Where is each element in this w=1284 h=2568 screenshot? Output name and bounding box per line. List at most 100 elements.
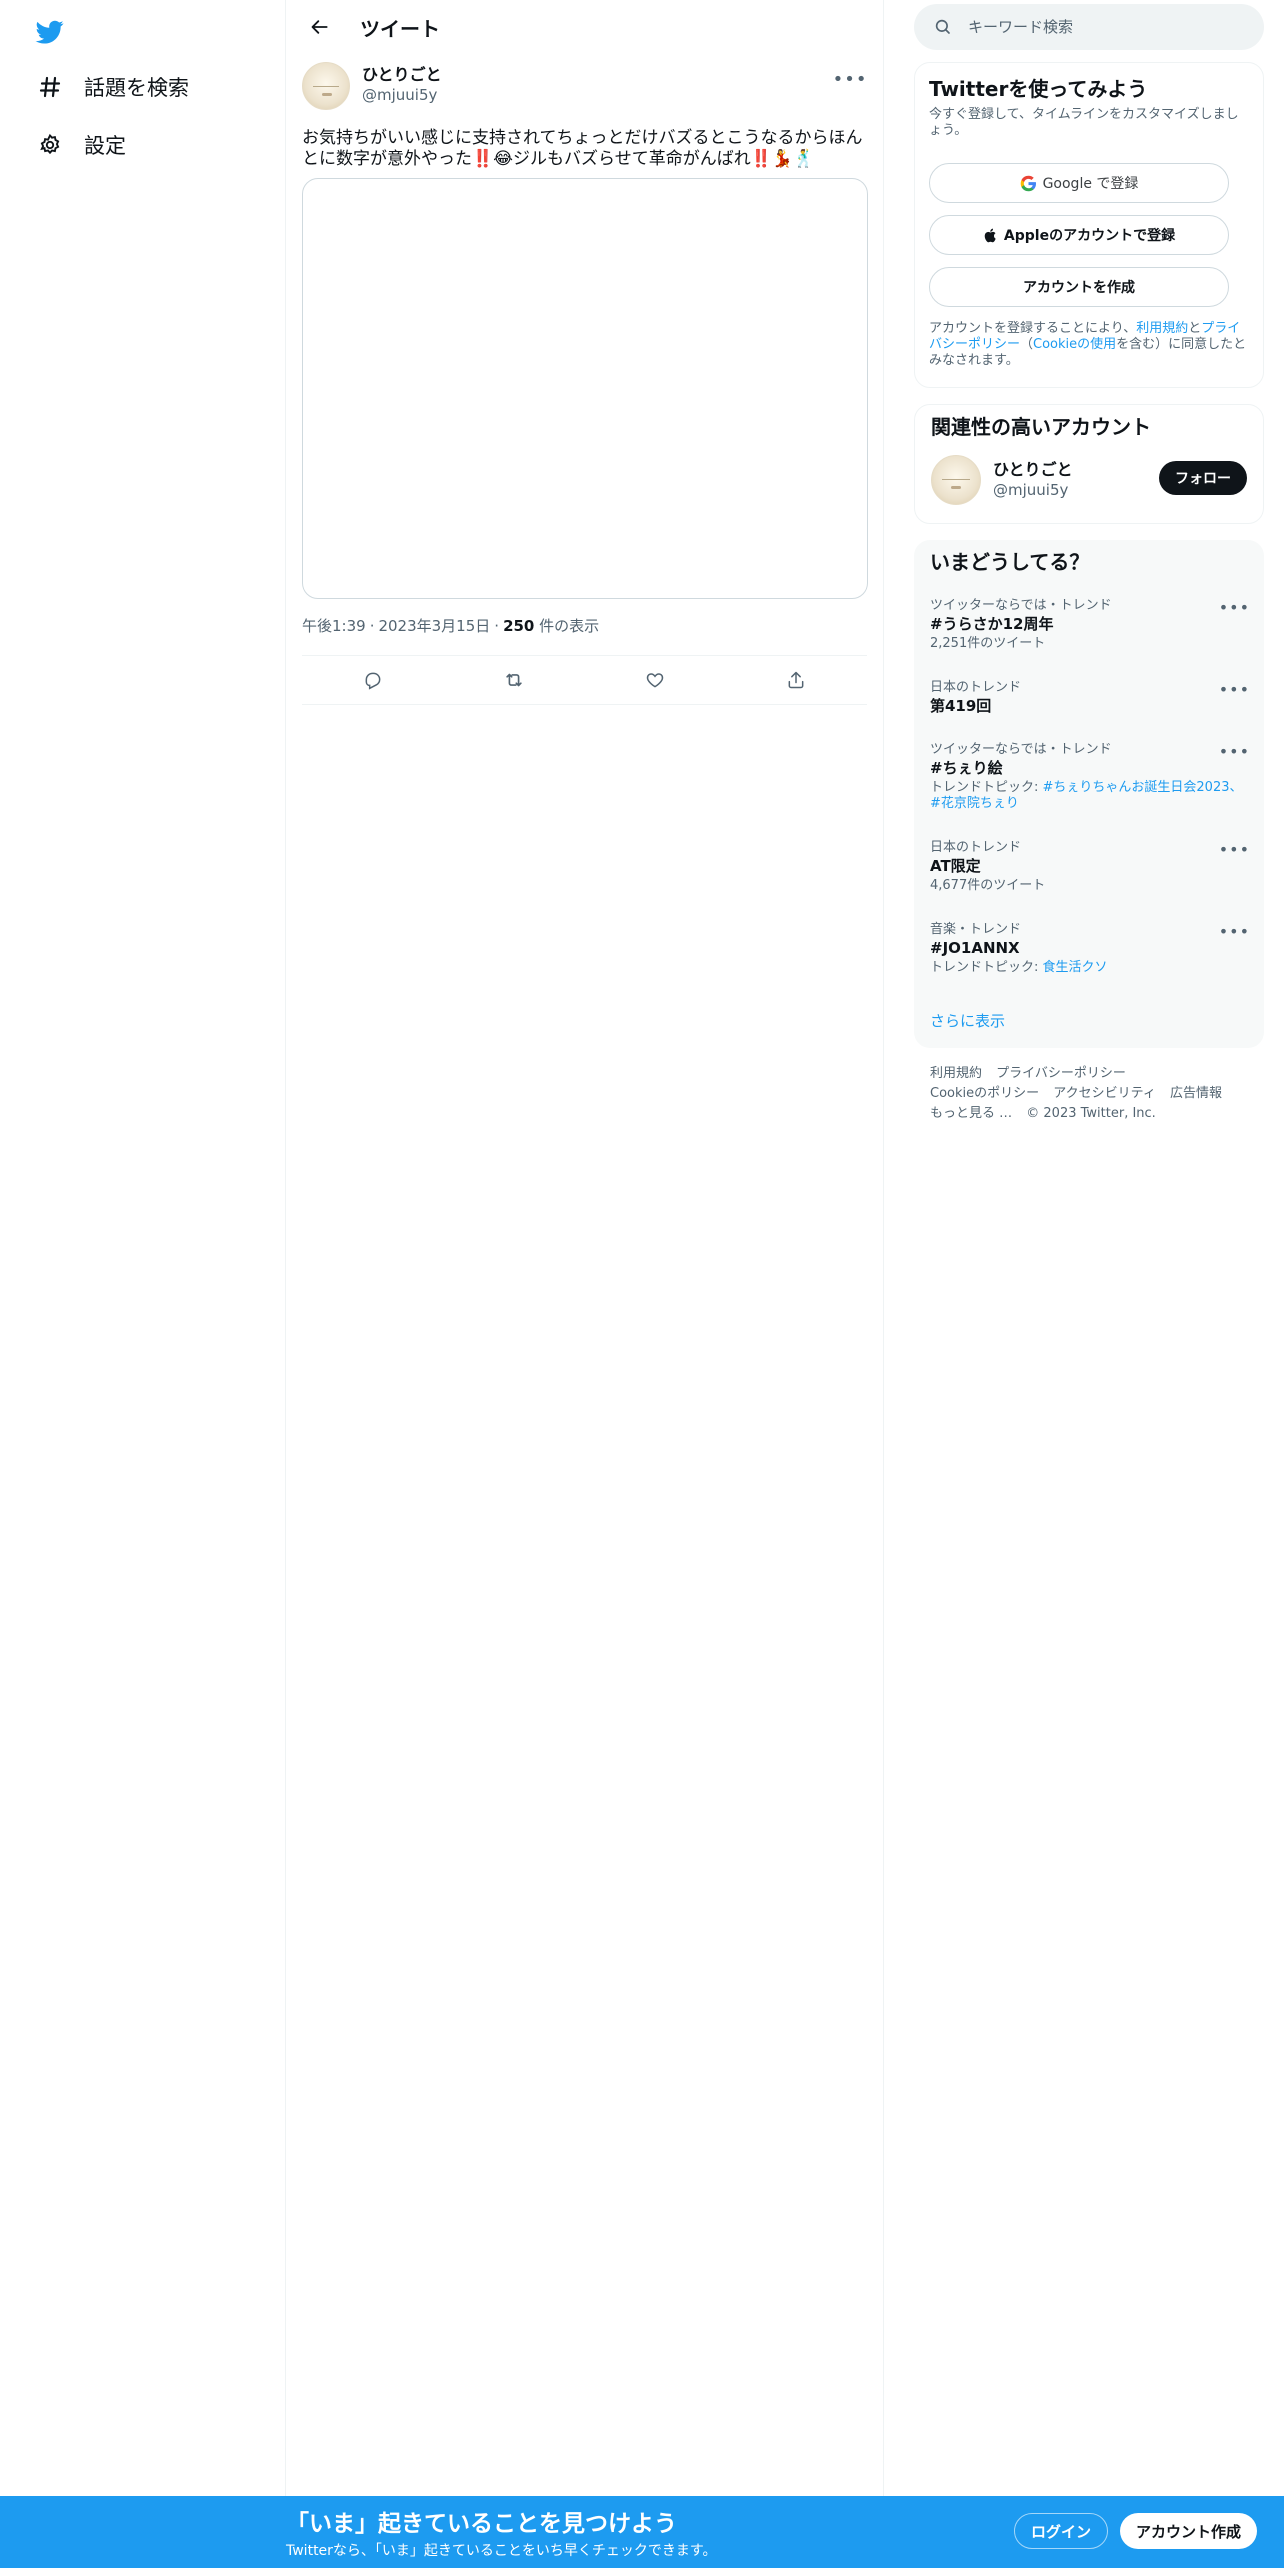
- create-account-button[interactable]: アカウントを作成: [929, 267, 1229, 307]
- more-options-icon[interactable]: •••: [1219, 680, 1250, 699]
- trend-name: 第419回: [930, 697, 992, 715]
- avatar[interactable]: [302, 62, 350, 110]
- more-options-icon[interactable]: •••: [1219, 742, 1250, 761]
- login-button[interactable]: ログイン: [1014, 2513, 1109, 2549]
- footer-link-accessibility[interactable]: アクセシビリティ: [1053, 1086, 1156, 1101]
- terms-link[interactable]: 利用規約: [1136, 321, 1188, 336]
- trend-count: 4,677件のツイート: [930, 878, 1046, 893]
- search-icon: [935, 19, 950, 34]
- trend-name: #うらさか12周年: [930, 615, 1054, 633]
- related-title: 関連性の高いアカウント: [931, 415, 1151, 439]
- views-count: 250: [503, 617, 535, 635]
- tweet-header: ひとりごと @mjuui5y •••: [302, 62, 867, 118]
- apple-signup-label: Appleのアカウントで登録: [1003, 228, 1176, 244]
- footer-link-cookie[interactable]: Cookieのポリシー: [930, 1086, 1039, 1101]
- signup-subtitle: 今すぐ登録して、タイムラインをカスタマイズしましょう。: [929, 107, 1239, 138]
- show-more-link[interactable]: さらに表示: [930, 1010, 1005, 1031]
- trend-item[interactable]: ツイッターならでは・トレンド #うらさか12周年 2,251件のツイート •••: [930, 598, 1250, 652]
- google-signup-label: Google で登録: [1042, 176, 1139, 192]
- trend-name: #ちぇり絵: [930, 759, 1003, 777]
- trend-context: 日本のトレンド: [930, 840, 1022, 855]
- terms-and: と: [1188, 321, 1202, 336]
- avatar[interactable]: [931, 455, 981, 505]
- footer-link-terms[interactable]: 利用規約: [930, 1066, 982, 1081]
- search-box[interactable]: [914, 4, 1264, 50]
- related-account[interactable]: ひとりごと @mjuui5y フォロー: [931, 455, 1247, 505]
- terms-text: アカウントを登録することにより、: [929, 321, 1137, 336]
- signup-terms: アカウントを登録することにより、利用規約とプライバシーポリシー（Cookieの使…: [929, 321, 1249, 369]
- terms-paren: （: [1020, 337, 1034, 352]
- author-names: ひとりごと @mjuui5y: [362, 65, 442, 105]
- trend-topic-link[interactable]: 食生活クソ: [1043, 960, 1108, 975]
- trend-context: ツイッターならでは・トレンド: [930, 742, 1112, 757]
- follow-button[interactable]: フォロー: [1159, 461, 1247, 495]
- footer-links: 利用規約 プライバシーポリシー Cookieのポリシー アクセシビリティ 広告情…: [930, 1064, 1250, 1124]
- more-options-icon[interactable]: •••: [1219, 840, 1250, 859]
- signup-card: Twitterを使ってみよう 今すぐ登録して、タイムラインをカスタマイズしましょ…: [914, 62, 1264, 388]
- trends-card: いまどうしてる？ ツイッターならでは・トレンド #うらさか12周年 2,251件…: [914, 540, 1264, 1048]
- reply-icon[interactable]: [353, 660, 393, 700]
- bottom-bar-title: 「いま」起きていることを見つけよう: [286, 2511, 677, 2537]
- like-icon[interactable]: [635, 660, 675, 700]
- signup-button[interactable]: アカウント作成: [1120, 2513, 1258, 2549]
- tweet-date[interactable]: 2023年3月15日: [378, 617, 490, 635]
- copyright: © 2023 Twitter, Inc.: [1026, 1106, 1156, 1121]
- trend-name: #JO1ANNX: [930, 939, 1020, 957]
- trends-title: いまどうしてる？: [930, 550, 1090, 574]
- create-account-label: アカウントを作成: [1023, 280, 1135, 296]
- more-options-icon[interactable]: •••: [1219, 598, 1250, 617]
- apple-icon: [983, 227, 998, 244]
- trend-item[interactable]: 日本のトレンド 第419回 •••: [930, 680, 1250, 716]
- views-label: 件の表示: [539, 617, 600, 635]
- hashtag-icon: [36, 73, 64, 101]
- related-names: ひとりごと @mjuui5y: [993, 460, 1073, 500]
- twitter-bird-icon[interactable]: [30, 12, 70, 52]
- trend-name: AT限定: [930, 857, 981, 875]
- trend-item[interactable]: 音楽・トレンド #JO1ANNX トレンドトピック: 食生活クソ •••: [930, 922, 1250, 976]
- nav-settings[interactable]: 設定: [18, 118, 144, 172]
- search-input[interactable]: [968, 18, 1248, 36]
- bottom-bar-subtitle: Twitterなら、「いま」起きていることをいち早くチェックできます。: [286, 2543, 717, 2559]
- related-handle[interactable]: @mjuui5y: [993, 480, 1073, 500]
- trend-topic-prefix: トレンドトピック:: [930, 780, 1043, 795]
- cookie-link[interactable]: Cookieの使用: [1033, 337, 1116, 352]
- trend-topic-prefix: トレンドトピック:: [930, 960, 1043, 975]
- author-display-name[interactable]: ひとりごと: [362, 65, 442, 85]
- more-options-icon[interactable]: •••: [1219, 922, 1250, 941]
- tweet-time[interactable]: 午後1:39: [302, 617, 366, 635]
- tweet: ひとりごと @mjuui5y ••• お気持ちがいい感じに支持されてちょっとだけ…: [286, 62, 883, 705]
- nav-settings-label: 設定: [84, 134, 126, 158]
- related-display-name[interactable]: ひとりごと: [993, 460, 1073, 480]
- bottom-signup-bar: 「いま」起きていることを見つけよう Twitterなら、「いま」起きていることを…: [0, 2496, 1284, 2568]
- trend-topic: トレンドトピック: #ちぇりちゃんお誕生日会2023、#花京院ちぇり: [930, 780, 1248, 812]
- page-title: ツイート: [360, 16, 440, 41]
- back-button[interactable]: [302, 9, 338, 45]
- tweet-media[interactable]: [302, 178, 868, 599]
- tweet-text: お気持ちがいい感じに支持されてちょっとだけバズるとこうなるからほんとに数字が意外…: [302, 128, 863, 169]
- more-options-icon[interactable]: •••: [833, 62, 867, 96]
- trend-item[interactable]: 日本のトレンド AT限定 4,677件のツイート •••: [930, 840, 1250, 894]
- trend-context: 日本のトレンド: [930, 680, 1022, 695]
- nav-explore-label: 話題を検索: [84, 76, 189, 100]
- trend-count: 2,251件のツイート: [930, 636, 1046, 651]
- google-icon: [1020, 175, 1037, 192]
- main-header: ツイート: [286, 0, 883, 54]
- share-icon[interactable]: [776, 660, 816, 700]
- footer-link-more[interactable]: もっと見る …: [930, 1106, 1012, 1121]
- retweet-icon[interactable]: [494, 660, 534, 700]
- footer-link-ads[interactable]: 広告情報: [1170, 1086, 1222, 1101]
- gear-icon: [36, 131, 64, 159]
- author-handle[interactable]: @mjuui5y: [362, 85, 442, 105]
- signup-title: Twitterを使ってみよう: [929, 77, 1148, 101]
- trend-context: ツイッターならでは・トレンド: [930, 598, 1112, 613]
- apple-signup-button[interactable]: Appleのアカウントで登録: [929, 215, 1229, 255]
- related-accounts-card: 関連性の高いアカウント ひとりごと @mjuui5y フォロー: [914, 404, 1264, 524]
- left-navigation: 話題を検索 設定: [0, 0, 286, 2568]
- google-signup-button[interactable]: Google で登録: [929, 163, 1229, 203]
- tweet-meta: 午後1:39 · 2023年3月15日 · 250 件の表示: [302, 617, 600, 635]
- footer-link-privacy[interactable]: プライバシーポリシー: [996, 1066, 1126, 1081]
- trend-item[interactable]: ツイッターならでは・トレンド #ちぇり絵 トレンドトピック: #ちぇりちゃんお誕…: [930, 742, 1250, 812]
- tweet-actions: [302, 655, 867, 705]
- main-column: ツイート ひとりごと @mjuui5y ••• お気持ちがいい感じに支持されてち…: [286, 0, 884, 2568]
- nav-explore[interactable]: 話題を検索: [18, 60, 207, 114]
